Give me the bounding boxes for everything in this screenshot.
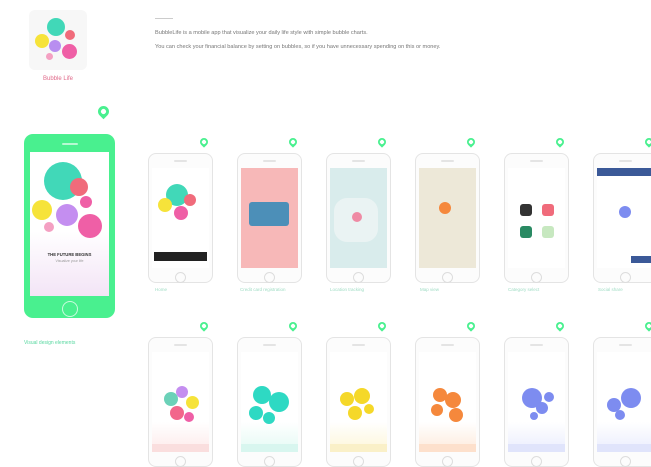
logo-bubble-4 [62, 44, 77, 59]
bubble [445, 392, 461, 408]
bubble [354, 388, 370, 404]
hero-bubble-6 [44, 222, 54, 232]
hero-bubble-2 [70, 178, 88, 196]
hero-bubble-5 [78, 214, 102, 238]
pin-icon [554, 136, 566, 148]
logo-bubble-1 [47, 18, 65, 36]
screen-caption: Map view [420, 287, 440, 292]
hero-title: THE FUTURE BEGINS [47, 252, 92, 257]
bubble [449, 408, 463, 422]
credit-card-icon [249, 202, 289, 226]
phone-chart-orange[interactable] [415, 337, 480, 467]
logo-caption: Bubble Life [42, 76, 74, 82]
screen-caption: Credit card registration [240, 287, 286, 292]
bubble [184, 194, 196, 206]
screen-caption: Location tracking [330, 287, 365, 292]
share-button [631, 256, 651, 263]
pin-icon [643, 136, 651, 148]
app-logo [29, 10, 87, 70]
screen-caption: Social share [598, 287, 623, 292]
map-pin-icon [352, 212, 362, 222]
pin-icon [554, 320, 566, 332]
logo-bubble-3 [49, 40, 61, 52]
pin-icon [643, 320, 651, 332]
pin-icon [198, 136, 210, 148]
bubble [536, 402, 548, 414]
hero-pin-icon [95, 103, 112, 120]
category-tile [520, 204, 532, 216]
pin-icon [198, 320, 210, 332]
hero-subtitle: Visualize your life [55, 259, 84, 263]
bubble [184, 412, 194, 422]
onboarding-bar [154, 252, 207, 261]
pin-icon [465, 136, 477, 148]
tab-bar [241, 444, 298, 452]
social-header [597, 168, 651, 176]
pin-icon [376, 320, 388, 332]
bubble [249, 406, 263, 420]
hero-caption: Visual design elements [24, 340, 76, 346]
phone-map[interactable] [415, 153, 480, 283]
map-pin-icon [439, 202, 451, 214]
bubble [544, 392, 554, 402]
avatar [619, 206, 631, 218]
bubble [263, 412, 275, 424]
hero-bubble-7 [80, 196, 92, 208]
phone-chart-teal[interactable] [237, 337, 302, 467]
screen-caption: Home [155, 287, 168, 292]
hero-bubble-4 [56, 204, 78, 226]
hero-earpiece [62, 143, 78, 145]
phone-social[interactable] [593, 153, 651, 283]
hero-screen [30, 152, 109, 296]
bubble [174, 206, 188, 220]
phone-chart-blue-2[interactable] [593, 337, 651, 467]
bubble [431, 404, 443, 416]
tab-bar [508, 444, 565, 452]
description-rule [155, 18, 173, 19]
phone-chart-blue[interactable] [504, 337, 569, 467]
bubble [340, 392, 354, 406]
tab-bar [419, 444, 476, 452]
category-tile [542, 204, 554, 216]
bubble [364, 404, 374, 414]
logo-bubble-5 [65, 30, 75, 40]
pin-icon [376, 136, 388, 148]
screen-caption: Category select [508, 287, 540, 292]
tab-bar [330, 444, 387, 452]
bubble [176, 386, 188, 398]
bubble [621, 388, 641, 408]
bubble [186, 396, 199, 409]
tab-bar [597, 444, 651, 452]
bubble [158, 198, 172, 212]
description-line-1: BubbleLife is a mobile app that visualiz… [155, 30, 368, 36]
category-tile [520, 226, 532, 238]
logo-bubble-6 [46, 53, 53, 60]
tab-bar [152, 444, 209, 452]
phone-location[interactable] [326, 153, 391, 283]
category-tile [542, 226, 554, 238]
hero-home-button [62, 301, 78, 317]
bubble [615, 410, 625, 420]
bubble [269, 392, 289, 412]
pin-icon [287, 136, 299, 148]
phone-categories[interactable] [504, 153, 569, 283]
bubble [170, 406, 184, 420]
phone-credit-card[interactable] [237, 153, 302, 283]
phone-chart-yellow[interactable] [326, 337, 391, 467]
bubble [530, 412, 538, 420]
phone-chart-pink[interactable] [148, 337, 213, 467]
pin-icon [465, 320, 477, 332]
pin-icon [287, 320, 299, 332]
bubble [348, 406, 362, 420]
phone-home[interactable] [148, 153, 213, 283]
description-line-2: You can check your financial balance by … [155, 44, 441, 50]
hero-bubble-3 [32, 200, 52, 220]
logo-bubble-2 [35, 34, 49, 48]
